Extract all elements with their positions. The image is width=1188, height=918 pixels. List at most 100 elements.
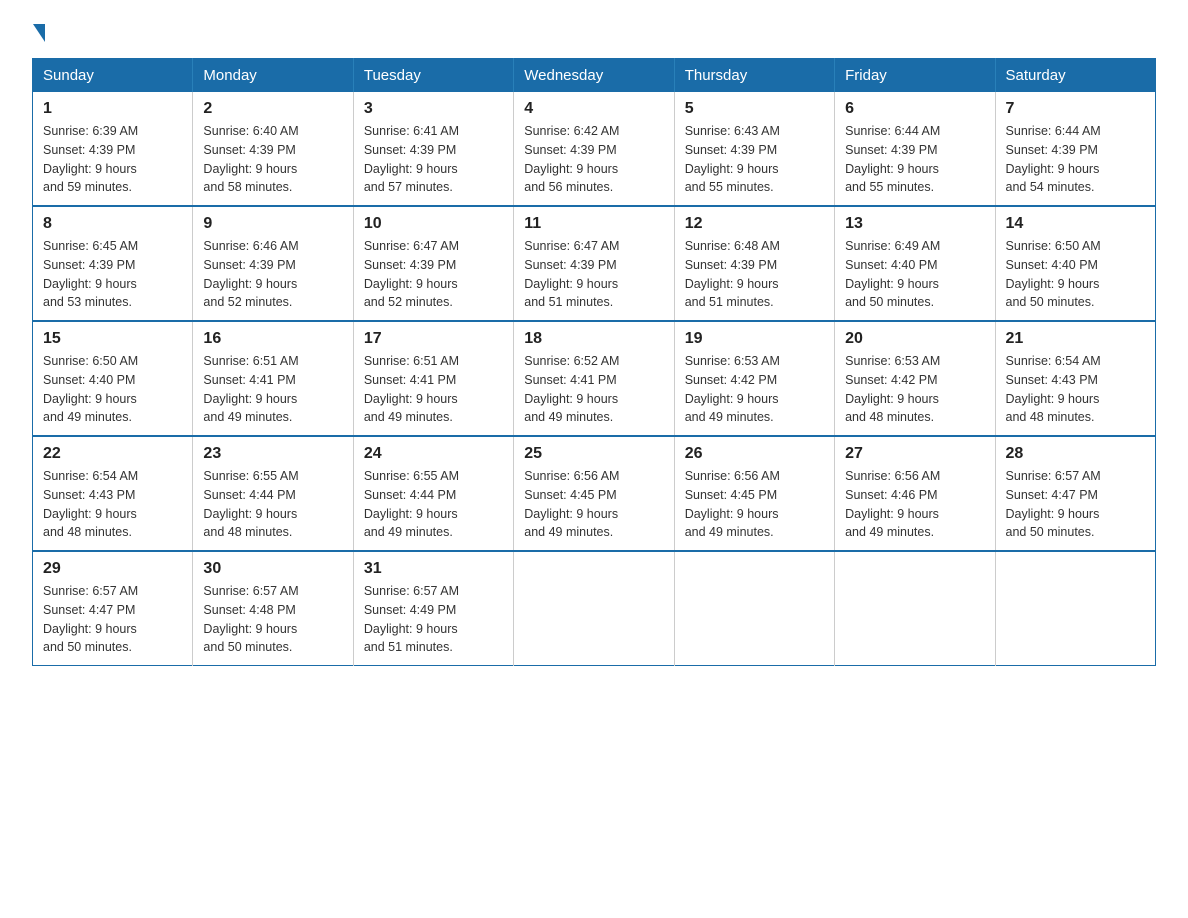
day-info: Sunrise: 6:47 AMSunset: 4:39 PMDaylight:… <box>524 237 663 312</box>
column-header-monday: Monday <box>193 59 353 93</box>
calendar-cell: 30 Sunrise: 6:57 AMSunset: 4:48 PMDaylig… <box>193 551 353 666</box>
day-number: 9 <box>203 215 342 233</box>
calendar-cell <box>995 551 1155 666</box>
calendar-cell <box>674 551 834 666</box>
day-info: Sunrise: 6:46 AMSunset: 4:39 PMDaylight:… <box>203 237 342 312</box>
logo-arrow-icon <box>33 24 45 42</box>
day-number: 17 <box>364 330 503 348</box>
day-info: Sunrise: 6:42 AMSunset: 4:39 PMDaylight:… <box>524 122 663 197</box>
day-number: 3 <box>364 100 503 118</box>
page-header <box>32 24 1156 42</box>
calendar-cell <box>514 551 674 666</box>
day-info: Sunrise: 6:44 AMSunset: 4:39 PMDaylight:… <box>1006 122 1145 197</box>
calendar-header-row: SundayMondayTuesdayWednesdayThursdayFrid… <box>33 59 1156 93</box>
column-header-tuesday: Tuesday <box>353 59 513 93</box>
calendar-table: SundayMondayTuesdayWednesdayThursdayFrid… <box>32 58 1156 666</box>
calendar-cell: 16 Sunrise: 6:51 AMSunset: 4:41 PMDaylig… <box>193 321 353 436</box>
calendar-cell: 25 Sunrise: 6:56 AMSunset: 4:45 PMDaylig… <box>514 436 674 551</box>
calendar-cell: 26 Sunrise: 6:56 AMSunset: 4:45 PMDaylig… <box>674 436 834 551</box>
calendar-cell: 6 Sunrise: 6:44 AMSunset: 4:39 PMDayligh… <box>835 92 995 206</box>
calendar-week-row: 15 Sunrise: 6:50 AMSunset: 4:40 PMDaylig… <box>33 321 1156 436</box>
day-number: 13 <box>845 215 984 233</box>
day-info: Sunrise: 6:56 AMSunset: 4:45 PMDaylight:… <box>685 467 824 542</box>
calendar-cell: 27 Sunrise: 6:56 AMSunset: 4:46 PMDaylig… <box>835 436 995 551</box>
calendar-cell: 15 Sunrise: 6:50 AMSunset: 4:40 PMDaylig… <box>33 321 193 436</box>
day-number: 7 <box>1006 100 1145 118</box>
day-info: Sunrise: 6:51 AMSunset: 4:41 PMDaylight:… <box>203 352 342 427</box>
calendar-cell <box>835 551 995 666</box>
day-info: Sunrise: 6:54 AMSunset: 4:43 PMDaylight:… <box>43 467 182 542</box>
calendar-week-row: 22 Sunrise: 6:54 AMSunset: 4:43 PMDaylig… <box>33 436 1156 551</box>
day-number: 24 <box>364 445 503 463</box>
calendar-week-row: 29 Sunrise: 6:57 AMSunset: 4:47 PMDaylig… <box>33 551 1156 666</box>
day-number: 8 <box>43 215 182 233</box>
calendar-week-row: 1 Sunrise: 6:39 AMSunset: 4:39 PMDayligh… <box>33 92 1156 206</box>
calendar-cell: 9 Sunrise: 6:46 AMSunset: 4:39 PMDayligh… <box>193 206 353 321</box>
day-info: Sunrise: 6:56 AMSunset: 4:45 PMDaylight:… <box>524 467 663 542</box>
day-number: 26 <box>685 445 824 463</box>
day-number: 22 <box>43 445 182 463</box>
day-number: 6 <box>845 100 984 118</box>
day-number: 25 <box>524 445 663 463</box>
day-number: 29 <box>43 560 182 578</box>
day-info: Sunrise: 6:56 AMSunset: 4:46 PMDaylight:… <box>845 467 984 542</box>
day-number: 11 <box>524 215 663 233</box>
calendar-cell: 1 Sunrise: 6:39 AMSunset: 4:39 PMDayligh… <box>33 92 193 206</box>
day-info: Sunrise: 6:50 AMSunset: 4:40 PMDaylight:… <box>1006 237 1145 312</box>
day-number: 31 <box>364 560 503 578</box>
day-info: Sunrise: 6:53 AMSunset: 4:42 PMDaylight:… <box>845 352 984 427</box>
day-info: Sunrise: 6:57 AMSunset: 4:47 PMDaylight:… <box>43 582 182 657</box>
calendar-cell: 24 Sunrise: 6:55 AMSunset: 4:44 PMDaylig… <box>353 436 513 551</box>
column-header-saturday: Saturday <box>995 59 1155 93</box>
day-info: Sunrise: 6:57 AMSunset: 4:47 PMDaylight:… <box>1006 467 1145 542</box>
calendar-cell: 4 Sunrise: 6:42 AMSunset: 4:39 PMDayligh… <box>514 92 674 206</box>
calendar-cell: 10 Sunrise: 6:47 AMSunset: 4:39 PMDaylig… <box>353 206 513 321</box>
column-header-wednesday: Wednesday <box>514 59 674 93</box>
day-number: 23 <box>203 445 342 463</box>
calendar-cell: 8 Sunrise: 6:45 AMSunset: 4:39 PMDayligh… <box>33 206 193 321</box>
calendar-cell: 23 Sunrise: 6:55 AMSunset: 4:44 PMDaylig… <box>193 436 353 551</box>
day-number: 30 <box>203 560 342 578</box>
day-info: Sunrise: 6:52 AMSunset: 4:41 PMDaylight:… <box>524 352 663 427</box>
calendar-cell: 29 Sunrise: 6:57 AMSunset: 4:47 PMDaylig… <box>33 551 193 666</box>
day-info: Sunrise: 6:49 AMSunset: 4:40 PMDaylight:… <box>845 237 984 312</box>
calendar-cell: 17 Sunrise: 6:51 AMSunset: 4:41 PMDaylig… <box>353 321 513 436</box>
day-number: 15 <box>43 330 182 348</box>
day-info: Sunrise: 6:48 AMSunset: 4:39 PMDaylight:… <box>685 237 824 312</box>
calendar-cell: 14 Sunrise: 6:50 AMSunset: 4:40 PMDaylig… <box>995 206 1155 321</box>
calendar-cell: 12 Sunrise: 6:48 AMSunset: 4:39 PMDaylig… <box>674 206 834 321</box>
day-number: 27 <box>845 445 984 463</box>
calendar-cell: 31 Sunrise: 6:57 AMSunset: 4:49 PMDaylig… <box>353 551 513 666</box>
day-number: 1 <box>43 100 182 118</box>
day-number: 21 <box>1006 330 1145 348</box>
calendar-cell: 20 Sunrise: 6:53 AMSunset: 4:42 PMDaylig… <box>835 321 995 436</box>
day-number: 19 <box>685 330 824 348</box>
day-number: 28 <box>1006 445 1145 463</box>
calendar-cell: 3 Sunrise: 6:41 AMSunset: 4:39 PMDayligh… <box>353 92 513 206</box>
calendar-cell: 18 Sunrise: 6:52 AMSunset: 4:41 PMDaylig… <box>514 321 674 436</box>
column-header-thursday: Thursday <box>674 59 834 93</box>
calendar-cell: 11 Sunrise: 6:47 AMSunset: 4:39 PMDaylig… <box>514 206 674 321</box>
day-number: 14 <box>1006 215 1145 233</box>
calendar-cell: 19 Sunrise: 6:53 AMSunset: 4:42 PMDaylig… <box>674 321 834 436</box>
day-info: Sunrise: 6:40 AMSunset: 4:39 PMDaylight:… <box>203 122 342 197</box>
day-number: 5 <box>685 100 824 118</box>
day-info: Sunrise: 6:51 AMSunset: 4:41 PMDaylight:… <box>364 352 503 427</box>
day-number: 2 <box>203 100 342 118</box>
day-info: Sunrise: 6:43 AMSunset: 4:39 PMDaylight:… <box>685 122 824 197</box>
day-number: 16 <box>203 330 342 348</box>
column-header-friday: Friday <box>835 59 995 93</box>
day-number: 20 <box>845 330 984 348</box>
day-info: Sunrise: 6:53 AMSunset: 4:42 PMDaylight:… <box>685 352 824 427</box>
calendar-cell: 7 Sunrise: 6:44 AMSunset: 4:39 PMDayligh… <box>995 92 1155 206</box>
logo <box>32 24 46 42</box>
calendar-cell: 2 Sunrise: 6:40 AMSunset: 4:39 PMDayligh… <box>193 92 353 206</box>
day-number: 12 <box>685 215 824 233</box>
day-info: Sunrise: 6:54 AMSunset: 4:43 PMDaylight:… <box>1006 352 1145 427</box>
day-info: Sunrise: 6:57 AMSunset: 4:48 PMDaylight:… <box>203 582 342 657</box>
calendar-cell: 13 Sunrise: 6:49 AMSunset: 4:40 PMDaylig… <box>835 206 995 321</box>
day-info: Sunrise: 6:41 AMSunset: 4:39 PMDaylight:… <box>364 122 503 197</box>
day-info: Sunrise: 6:50 AMSunset: 4:40 PMDaylight:… <box>43 352 182 427</box>
day-info: Sunrise: 6:39 AMSunset: 4:39 PMDaylight:… <box>43 122 182 197</box>
calendar-cell: 21 Sunrise: 6:54 AMSunset: 4:43 PMDaylig… <box>995 321 1155 436</box>
